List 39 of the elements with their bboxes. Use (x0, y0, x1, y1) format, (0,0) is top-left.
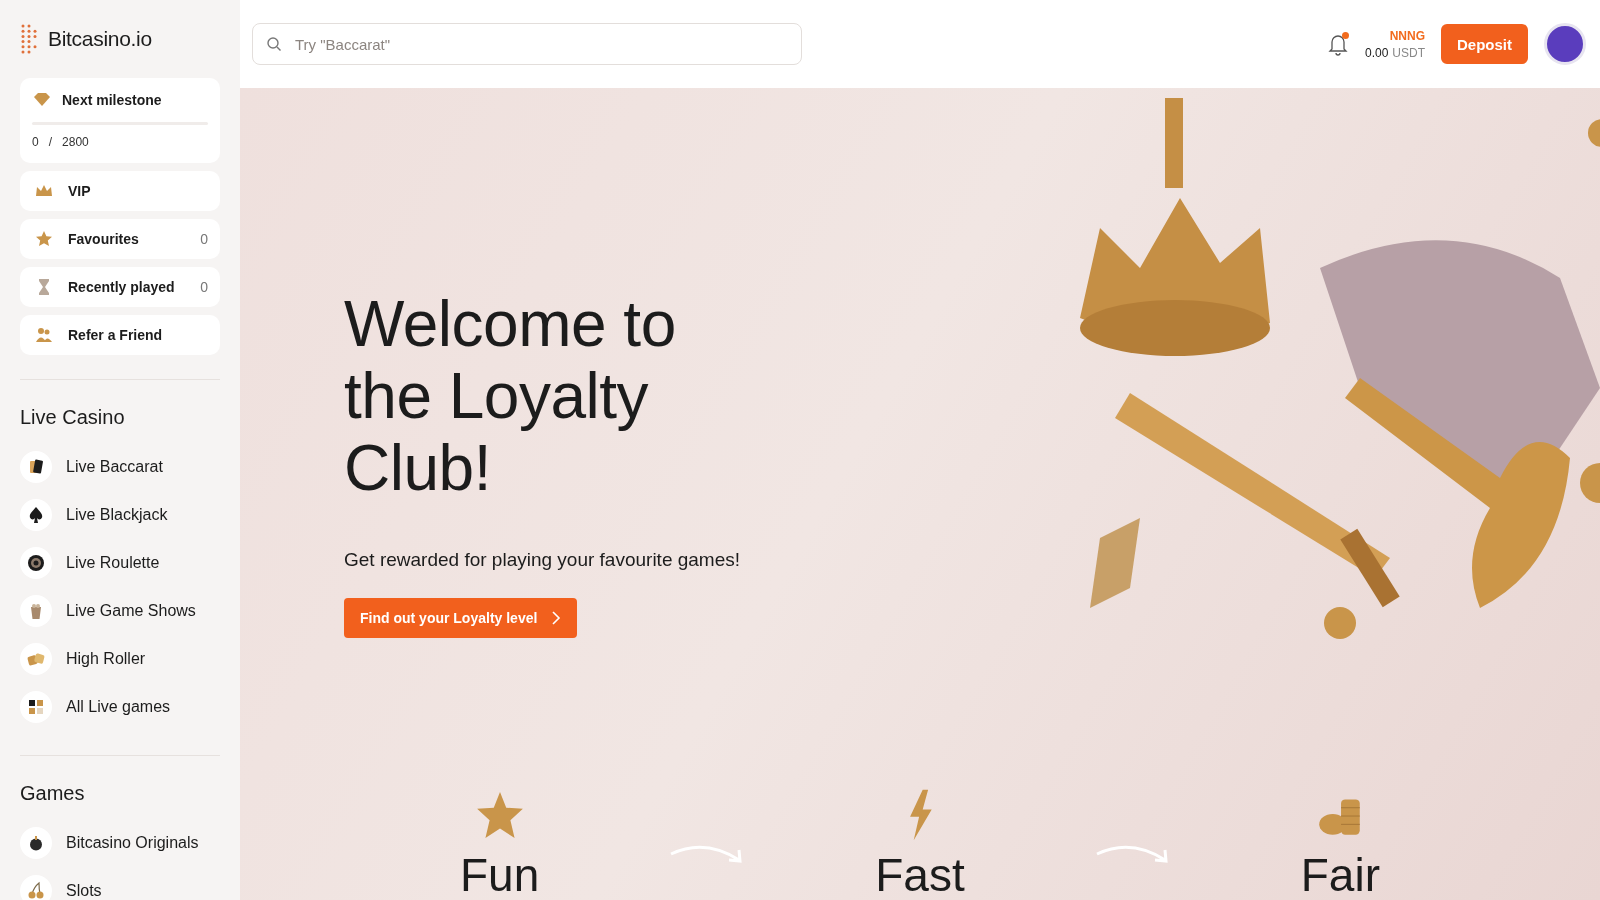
nav-item[interactable]: All Live games (20, 683, 220, 731)
cherries-icon (26, 881, 46, 900)
nav-item[interactable]: High Roller (20, 635, 220, 683)
bell-icon[interactable] (1326, 32, 1349, 56)
nav-item[interactable]: Slots (20, 867, 220, 900)
balance: 0.00 (1364, 45, 1389, 60)
brand-name[interactable]: Bitcasino.io (48, 27, 152, 51)
star-icon (34, 229, 54, 249)
username: NNNG (1389, 28, 1425, 43)
nav-item[interactable]: Live Baccarat (20, 443, 220, 491)
feature-title: Fast (875, 850, 965, 900)
people-icon (34, 325, 54, 345)
nav-item[interactable]: Bitcasino Originals (20, 819, 220, 867)
feature-title: Fair (1300, 850, 1380, 900)
quick-link[interactable]: Favourites 0 (20, 219, 220, 259)
chevron-right-icon (551, 611, 562, 625)
quick-link[interactable]: Recently played 0 (20, 267, 220, 307)
search-icon (266, 36, 282, 52)
milestone-current: 0 (32, 135, 39, 149)
search-field[interactable]: Try "Baccarat" (252, 23, 802, 65)
roulette-wheel-icon (26, 553, 46, 573)
section-title: Games (20, 782, 86, 805)
avatar[interactable] (1544, 23, 1586, 65)
nav-item[interactable]: Live Roulette (20, 539, 220, 587)
quick-link[interactable]: VIP (20, 171, 220, 211)
separator: / (48, 135, 53, 149)
count: 0 (200, 279, 208, 295)
count: 0 (200, 231, 208, 247)
hero-title: Welcome to the Loyalty Club! (344, 288, 677, 504)
grid-icon (26, 697, 46, 717)
hero-subtitle: Get rewarded for playing your favourite games! (344, 548, 742, 572)
nav-item[interactable]: Live Game Shows (20, 587, 220, 635)
feature-title: Fun (460, 850, 540, 900)
milestone-target: 2800 (62, 135, 89, 149)
nav-item[interactable]: Live Blackjack (20, 491, 220, 539)
quick-link[interactable]: Refer a Friend (20, 315, 220, 355)
section-title: Live Casino (20, 406, 126, 429)
currency: USDT (1392, 45, 1425, 60)
milestone-title: Next milestone (62, 92, 162, 108)
